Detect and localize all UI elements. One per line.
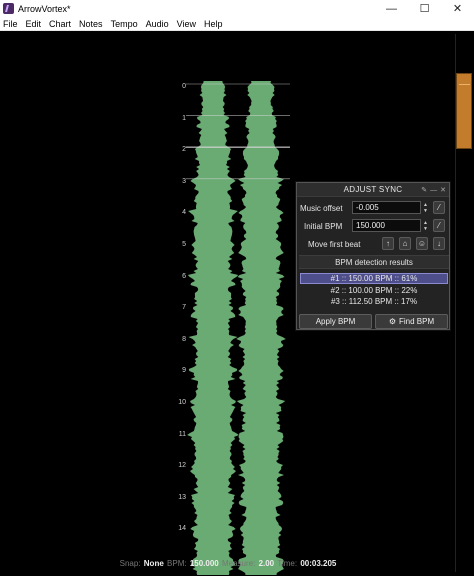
beat-label: 6	[182, 272, 186, 280]
move-beat-unlock-button[interactable]: ⌂	[399, 237, 411, 250]
beat-label: 1	[182, 114, 186, 122]
menu-file[interactable]: File	[0, 17, 22, 31]
scroll-thumb[interactable]	[456, 73, 472, 149]
beat-label: 13	[178, 493, 186, 501]
lock-icon: ⌂	[402, 239, 408, 248]
move-beat-lock-button[interactable]: ☺	[416, 237, 428, 250]
beat-label: 14	[178, 525, 186, 533]
snap-label: Snap:	[119, 559, 141, 568]
audio-waveform	[186, 81, 290, 575]
beat-label: 0	[182, 83, 186, 90]
initial-bpm-tool-button[interactable]: ⁄	[433, 219, 445, 232]
arrow-down-icon: ↓	[437, 239, 441, 248]
music-offset-field[interactable]: -0.005	[352, 201, 421, 214]
panel-tools: ✎ — ✕	[421, 183, 446, 197]
stepper-down-icon[interactable]: ▼	[423, 226, 428, 232]
initial-bpm-field[interactable]: 150.000	[352, 219, 421, 232]
beat-label: 2	[182, 146, 186, 154]
music-offset-tool-button[interactable]: ⁄	[433, 201, 445, 214]
lock-icon: ☺	[417, 239, 427, 248]
panel-title: ADJUST SYNC	[343, 185, 403, 194]
stepper-down-icon[interactable]: ▼	[423, 208, 428, 214]
initial-bpm-label: Initial BPM	[304, 221, 343, 231]
menu-tempo[interactable]: Tempo	[107, 17, 142, 31]
pin-icon[interactable]: ✎	[421, 186, 427, 194]
minimize-button[interactable]: —	[375, 0, 408, 17]
menu-audio[interactable]: Audio	[142, 17, 173, 31]
wand-icon: ⁄	[438, 203, 440, 212]
find-bpm-label: Find BPM	[399, 317, 435, 326]
time-label: Time:	[277, 559, 298, 568]
initial-bpm-stepper[interactable]: ▲ ▼	[422, 219, 429, 232]
time-value: 00:03.205	[300, 559, 337, 568]
wand-icon: ⁄	[438, 221, 440, 230]
menu-edit[interactable]: Edit	[22, 17, 46, 31]
beat-label: 10	[178, 399, 186, 406]
bpm-value: 150.000	[189, 559, 219, 568]
music-offset-label: Music offset	[300, 203, 343, 213]
move-beat-down-button[interactable]: ↓	[433, 237, 445, 250]
adjust-sync-panel: ADJUST SYNC ✎ — ✕ Music offset -0.005 ▲ …	[296, 182, 450, 330]
move-first-beat-label: Move first beat	[308, 239, 361, 249]
title-bar: ArrowVortex* — ☐ ✕	[0, 0, 474, 17]
close-button[interactable]: ✕	[441, 0, 474, 17]
snap-value: None	[143, 559, 164, 568]
window-title: ArrowVortex*	[18, 3, 71, 14]
beat-label: 5	[182, 241, 186, 248]
beat-label: 3	[182, 177, 186, 185]
beat-label: 11	[178, 430, 186, 438]
status-bar: Snap: None BPM: 150.000 Measure: 2.00 Ti…	[0, 559, 455, 573]
measure-label: Measure:	[221, 559, 256, 568]
apply-bpm-label: Apply BPM	[315, 317, 356, 326]
bpm-results-header: BPM detection results	[299, 255, 449, 269]
beat-label: 12	[178, 462, 186, 470]
bpm-label: BPM:	[167, 559, 187, 568]
arrow-up-icon: ↑	[386, 239, 390, 248]
menu-view[interactable]: View	[173, 17, 200, 31]
maximize-button[interactable]: ☐	[408, 0, 441, 17]
vertical-scrollbar[interactable]	[455, 34, 472, 572]
beat-label: 8	[182, 335, 186, 343]
measure-value: 2.00	[258, 559, 275, 568]
apply-bpm-button[interactable]: Apply BPM	[299, 314, 372, 329]
bpm-results-list: #1 :: 150.00 BPM :: 61% #2 :: 100.00 BPM…	[300, 273, 448, 311]
menu-help[interactable]: Help	[200, 17, 227, 31]
gear-icon: ⚙	[388, 317, 397, 326]
menu-chart[interactable]: Chart	[45, 17, 75, 31]
close-icon[interactable]: ✕	[440, 186, 446, 194]
menu-notes[interactable]: Notes	[75, 17, 107, 31]
music-offset-stepper[interactable]: ▲ ▼	[422, 201, 429, 214]
beat-label: 9	[182, 367, 186, 375]
move-beat-up-button[interactable]: ↑	[382, 237, 394, 250]
bpm-result-item[interactable]: #2 :: 100.00 BPM :: 22%	[300, 285, 448, 296]
minimize-icon[interactable]: —	[430, 187, 437, 194]
bpm-result-item[interactable]: #1 :: 150.00 BPM :: 61%	[300, 273, 448, 284]
waveform-channel	[187, 81, 239, 575]
beat-label: 7	[182, 304, 186, 312]
beat-label: 4	[182, 209, 186, 217]
window-controls: — ☐ ✕	[375, 0, 474, 17]
panel-header[interactable]: ADJUST SYNC ✎ — ✕	[297, 183, 449, 197]
waveform-channel	[236, 81, 286, 575]
app-logo-icon	[3, 3, 14, 14]
find-bpm-button[interactable]: ⚙ Find BPM	[375, 314, 448, 329]
bpm-result-item[interactable]: #3 :: 112.50 BPM :: 17%	[300, 296, 448, 307]
menu-bar: File Edit Chart Notes Tempo Audio View H…	[0, 17, 474, 31]
